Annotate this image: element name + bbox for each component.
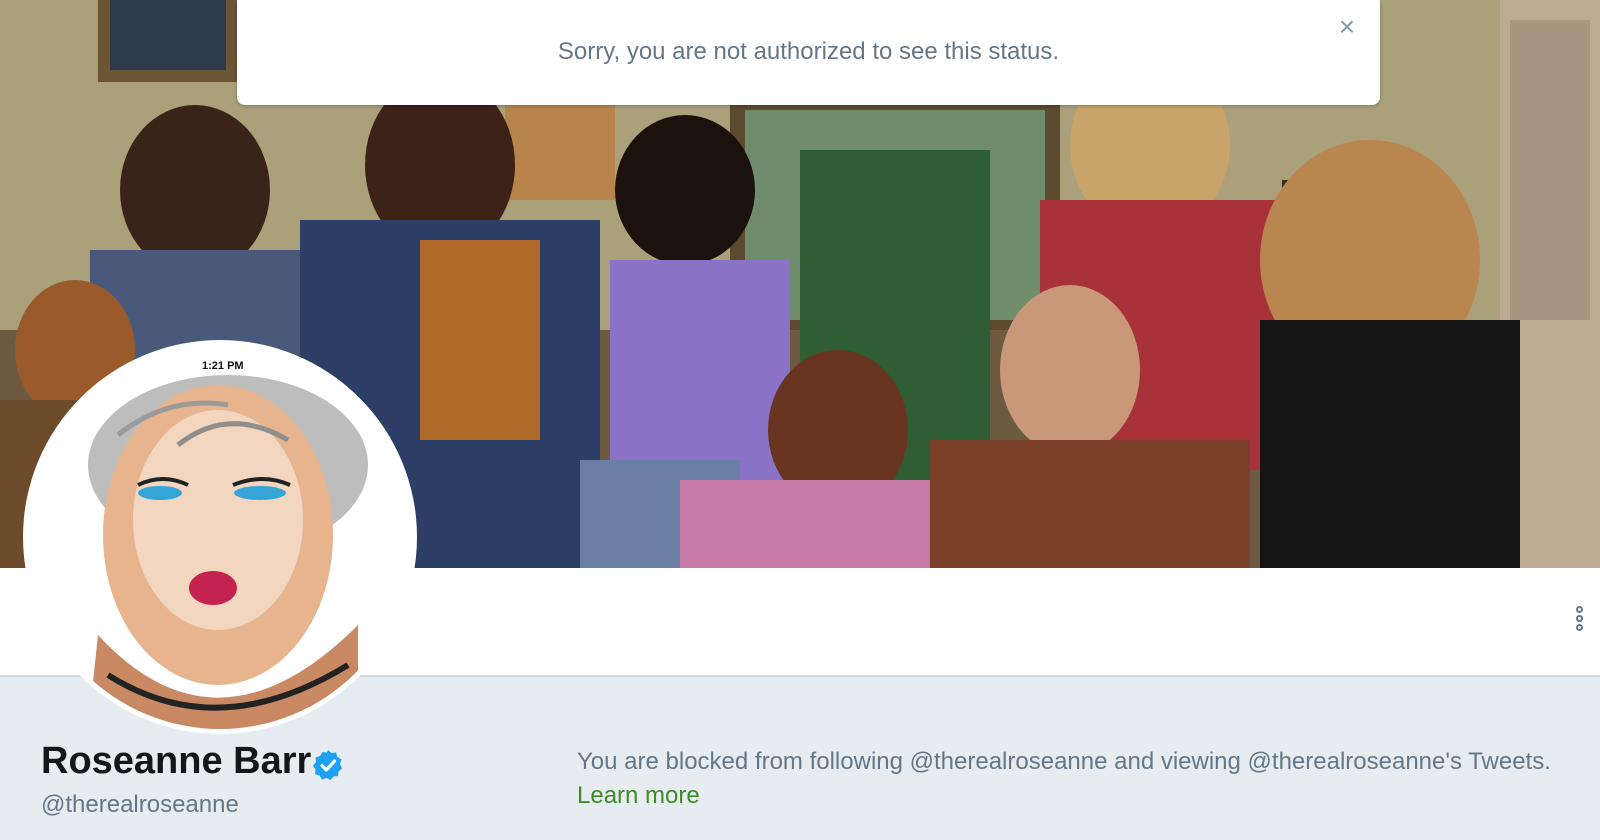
blocked-notice: You are blocked from following @therealr… bbox=[577, 748, 1551, 775]
more-vertical-icon[interactable] bbox=[1568, 606, 1590, 640]
alert-message: Sorry, you are not authorized to see thi… bbox=[557, 37, 1060, 65]
avatar-time-text: 1:21 PM bbox=[202, 360, 244, 372]
avatar-drawing bbox=[28, 345, 412, 729]
alert-toast: Sorry, you are not authorized to see thi… bbox=[237, 0, 1380, 105]
verified-badge-icon bbox=[313, 750, 342, 780]
profile-handle: @therealroseanne bbox=[41, 791, 239, 818]
profile-name[interactable]: Roseanne Barr bbox=[41, 740, 311, 783]
avatar[interactable]: 1:21 PM bbox=[28, 345, 412, 729]
learn-more-link[interactable]: Learn more bbox=[577, 782, 700, 810]
close-icon[interactable]: × bbox=[1334, 13, 1360, 41]
